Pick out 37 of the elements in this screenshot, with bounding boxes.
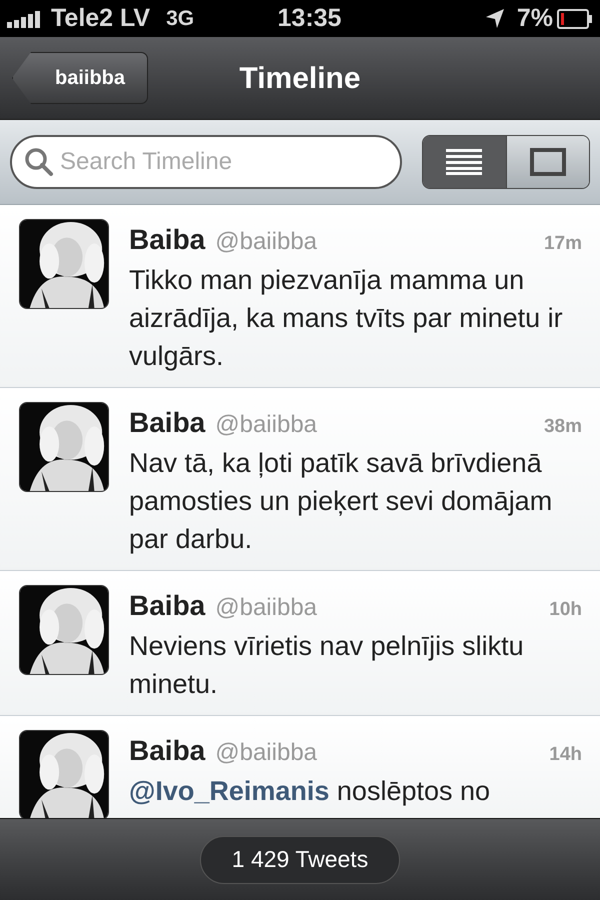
tweet-row[interactable]: Baiba @baiibba 14h @Ivo_Reimanis noslēptos no	[0, 716, 600, 818]
tweet-time: 14h	[549, 743, 582, 767]
square-icon	[530, 148, 566, 176]
tweet-text: @Ivo_Reimanis noslēptos no	[129, 775, 492, 808]
author-handle: @baiibba	[215, 593, 318, 623]
location-arrow-icon	[484, 8, 505, 30]
clock-time: 13:35	[278, 2, 342, 34]
view-toggle-segment[interactable]	[423, 136, 506, 188]
author-name: Baiba	[129, 223, 206, 257]
author-handle: @baiibba	[215, 738, 318, 768]
tweet-text: Nav tā, ka ļoti patīk savā brīvdienā pamosties un pieķert sevi domājam par darbu.	[129, 447, 554, 556]
search-field[interactable]: Search Timeline	[10, 135, 402, 189]
back-button[interactable]: baiibba	[12, 52, 148, 104]
network-type: 3G	[166, 6, 194, 32]
view-toggle-segment[interactable]	[506, 136, 589, 188]
tweet-time: 38m	[544, 415, 582, 439]
tweet-text: Neviens vīrietis nav pelnījis sliktu minetu.	[129, 630, 525, 701]
author-handle: @baiibba	[215, 227, 318, 257]
author-handle: @baiibba	[215, 410, 318, 440]
author-name: Baiba	[129, 734, 206, 768]
tweet-row[interactable]: Baiba @baiibba 38m Nav tā, ka ļoti patīk savā brīvdienā pamosties un pieķert sevi domājam par darbu.	[0, 388, 600, 571]
tweet-row[interactable]: Baiba @baiibba 17m Tikko man piezvanīja mamma un aizrādīja, ka mans tvīts par minetu ir vulgārs.	[0, 205, 600, 388]
tweet-time: 17m	[544, 232, 582, 256]
list-icon	[446, 149, 482, 175]
battery-icon	[557, 8, 593, 28]
search-icon	[24, 147, 54, 177]
tweet-count-badge: 1 429 Tweets	[200, 836, 400, 884]
tweet-time: 10h	[549, 598, 582, 622]
author-name: Baiba	[129, 589, 206, 623]
view-toggle[interactable]	[422, 135, 590, 189]
search-input[interactable]: Search Timeline	[60, 144, 388, 180]
screen-title: Timeline	[239, 60, 361, 96]
carrier-name: Tele2 LV	[51, 2, 150, 34]
tweet-text: Tikko man piezvanīja mamma un aizrādīja, ka mans tvīts par minetu ir vulgārs.	[129, 264, 564, 373]
author-name: Baiba	[129, 406, 206, 440]
battery-percent: 7%	[516, 2, 553, 34]
tweet-row[interactable]: Baiba @baiibba 10h Neviens vīrietis nav pelnījis sliktu minetu.	[0, 571, 600, 716]
